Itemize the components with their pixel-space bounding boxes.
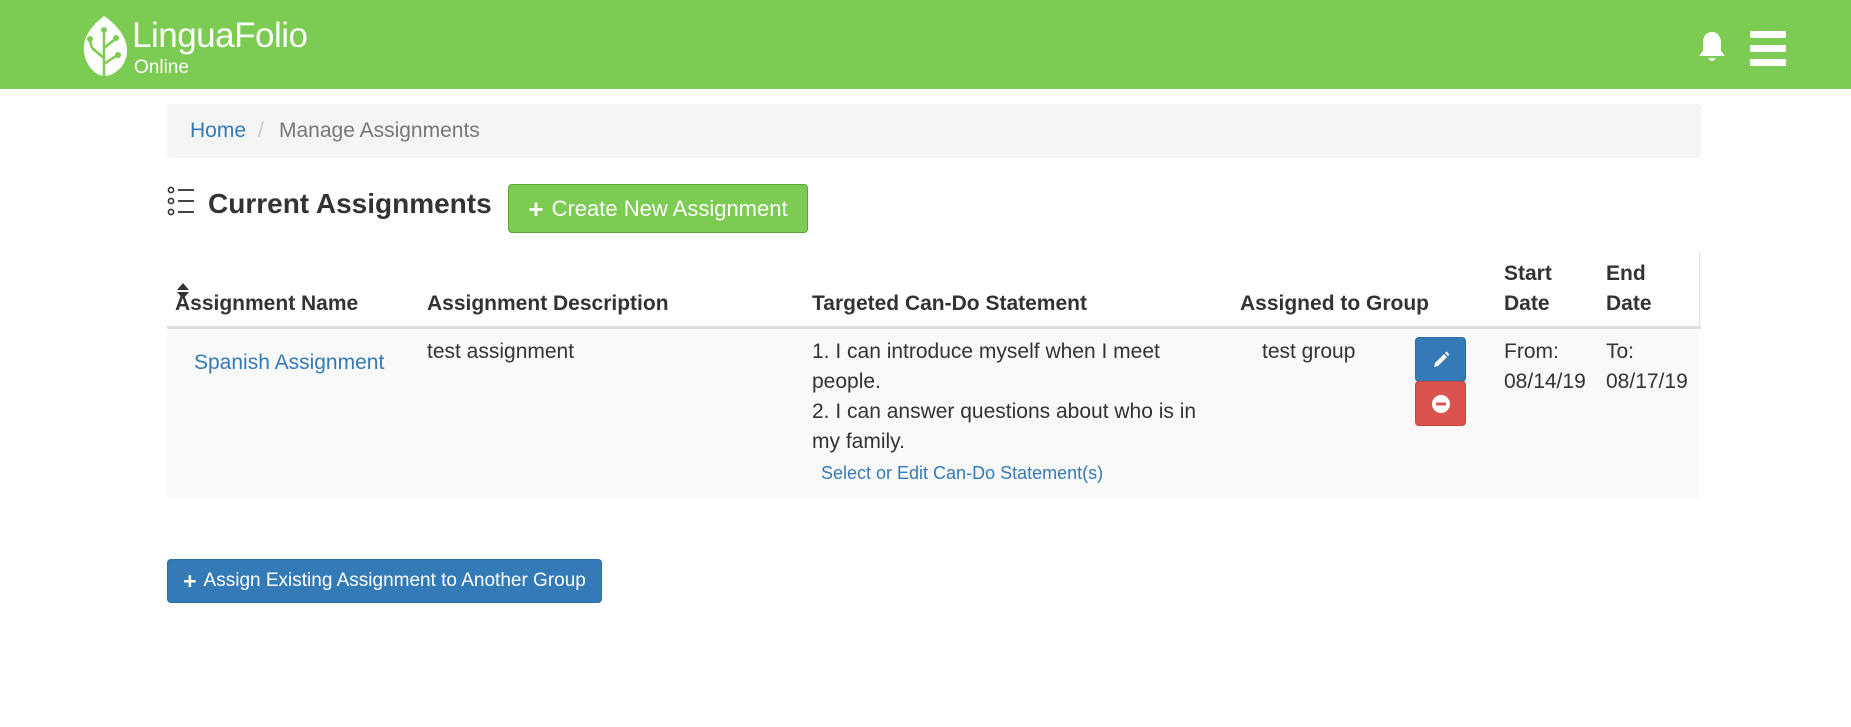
header-start-date-1: Start [1504,262,1552,285]
header-end-date-1: End [1606,262,1646,285]
assignment-description: test assignment [427,340,575,363]
assign-existing-assignment-button[interactable]: + Assign Existing Assignment to Another … [167,559,602,603]
breadcrumb-home-link[interactable]: Home [190,119,246,143]
assignment-name-link[interactable]: Spanish Assignment [194,348,384,378]
create-new-assignment-button[interactable]: + Create New Assignment [508,184,808,233]
pencil-icon [1433,351,1449,367]
end-date-label: To: [1606,340,1635,363]
assignments-table: Assignment Name Assignment Description T… [167,252,1701,498]
start-date-label: From: [1504,340,1559,363]
end-date-value: 08/17/19 [1606,370,1688,393]
can-do-statement-2: 2. I can answer questions about who is i… [812,400,1197,423]
breadcrumb-separator: / [258,119,264,142]
top-navbar: LinguaFolio Online [0,0,1851,89]
plus-icon: + [183,567,197,594]
linguafolio-logo[interactable]: LinguaFolio Online [78,12,318,80]
hamburger-menu-icon[interactable] [1750,31,1786,66]
brand-name: LinguaFolio [132,16,308,55]
header-assignment-name[interactable]: Assignment Name [175,289,358,319]
select-edit-can-do-link[interactable]: Select or Edit Can-Do Statement(s) [821,463,1103,484]
assign-button-label: Assign Existing Assignment to Another Gr… [203,570,586,591]
edit-assignment-button[interactable] [1415,337,1466,382]
plus-icon: + [528,193,544,224]
breadcrumb-current: Manage Assignments [279,119,480,142]
header-assigned-to-group: Assigned to Group [1240,292,1429,315]
header-start-date-2: Date [1504,292,1550,315]
header-targeted-can-do: Targeted Can-Do Statement [812,292,1087,315]
can-do-statement-1-cont: people. [812,370,881,393]
leaf-logo-icon [83,16,128,76]
bell-icon[interactable] [1697,30,1727,64]
minus-circle-icon [1431,394,1450,413]
breadcrumb: Home / Manage Assignments [167,104,1701,158]
list-icon [167,186,194,216]
create-button-label: Create New Assignment [551,195,788,221]
header-end-date-2: Date [1606,292,1652,315]
can-do-statement-2-cont: my family. [812,430,905,453]
page-title: Current Assignments [208,188,492,219]
header-assignment-description: Assignment Description [427,292,669,315]
can-do-statement-1: 1. I can introduce myself when I meet [812,340,1160,363]
assigned-group: test group [1262,340,1356,363]
brand-subtitle: Online [134,57,189,78]
table-border [1699,252,1700,327]
delete-assignment-button[interactable] [1415,381,1466,426]
start-date-value: 08/14/19 [1504,370,1586,393]
